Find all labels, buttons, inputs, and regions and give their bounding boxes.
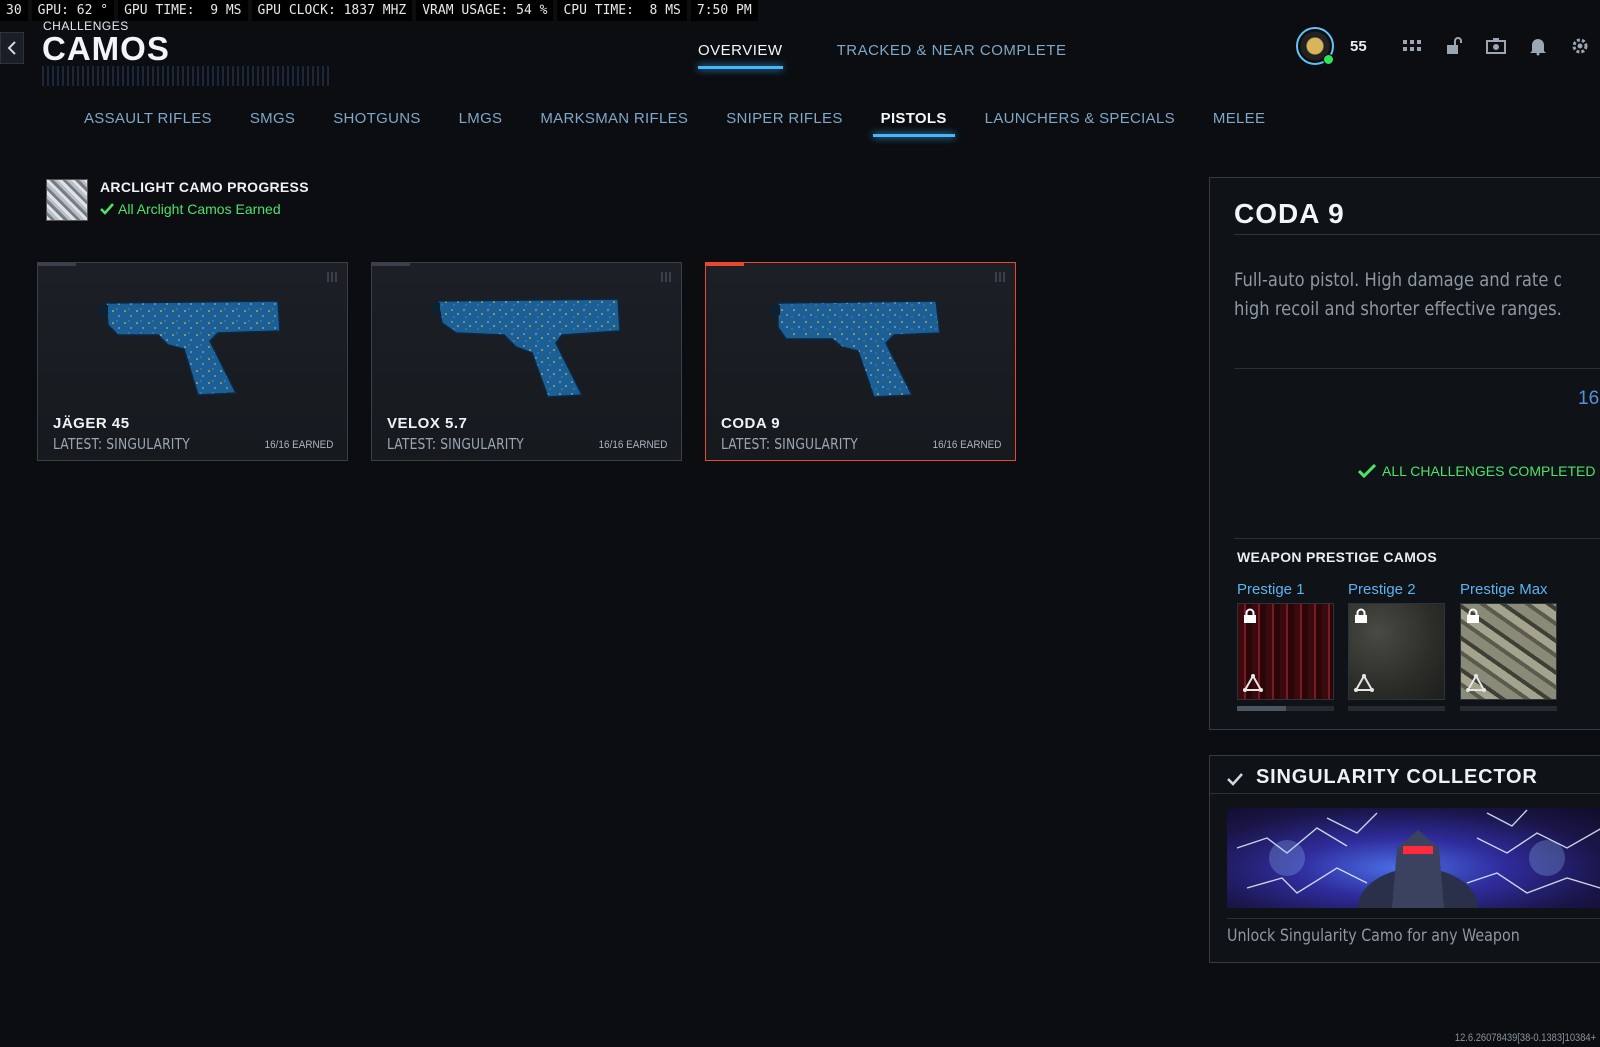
- weapon-earned-count: 16/16 EARNED: [932, 439, 1001, 451]
- divider: [1234, 234, 1600, 235]
- arclight-progress[interactable]: ARCLIGHT CAMO PROGRESS All Arclight Camo…: [46, 179, 309, 221]
- grid-icon[interactable]: [1401, 35, 1423, 57]
- prestige-camo-max[interactable]: Prestige Max: [1460, 581, 1557, 711]
- weapon-card-velox-5-7[interactable]: VELOX 5.7 LATEST: SINGULARITY 16/16 EARN…: [371, 262, 682, 461]
- prestige-camo-image: [1460, 603, 1557, 700]
- perf-gpu-time: GPU TIME: 9 MS: [118, 0, 248, 21]
- weapon-earned-count: 16/16 EARNED: [598, 439, 667, 451]
- prestige-progress-bar: [1460, 706, 1557, 711]
- weapon-latest-camo: LATEST: SINGULARITY: [53, 435, 190, 453]
- chevron-left-icon: [7, 41, 16, 55]
- perf-clock: 7:50 PM: [690, 0, 758, 21]
- build-version: 12.6.26078439[38-0.1383]10384+: [1454, 1032, 1596, 1044]
- prestige-emblem-icon: [1243, 673, 1263, 692]
- camera-icon[interactable]: [1485, 35, 1507, 57]
- weapon-name: VELOX 5.7: [387, 415, 468, 432]
- weapon-latest-camo: LATEST: SINGULARITY: [721, 435, 858, 453]
- prestige-camo-image: [1237, 603, 1334, 700]
- singularity-collector-panel[interactable]: SINGULARITY COLLECTOR Unlock Singularity…: [1209, 755, 1600, 963]
- check-icon: [1358, 464, 1376, 478]
- header-right: 55: [1296, 27, 1591, 65]
- prestige-progress-bar: [1348, 706, 1445, 711]
- divider: [1234, 368, 1600, 369]
- back-button[interactable]: [0, 32, 24, 64]
- prestige-progress-bar: [1237, 706, 1334, 711]
- prestige-label: Prestige 2: [1348, 581, 1416, 598]
- collector-banner-image: [1227, 808, 1600, 908]
- pistol-image: [770, 300, 941, 398]
- divider: [1234, 538, 1600, 539]
- prestige-camo-2[interactable]: Prestige 2: [1348, 581, 1445, 711]
- detail-camo-count: 16: [1578, 388, 1600, 409]
- gear-icon[interactable]: [1569, 35, 1591, 57]
- tab-marksman-rifles[interactable]: MARKSMAN RIFLES: [532, 106, 696, 137]
- prestige-label: Prestige 1: [1237, 581, 1305, 598]
- tab-shotguns[interactable]: SHOTGUNS: [325, 106, 428, 137]
- prestige-camos-title: WEAPON PRESTIGE CAMOS: [1237, 549, 1437, 565]
- pistol-image: [98, 300, 281, 396]
- performance-overlay: 30 GPU: 62 ° GPU TIME: 9 MS GPU CLOCK: 1…: [0, 0, 758, 21]
- collector-description: Unlock Singularity Camo for any Weapon: [1227, 926, 1520, 946]
- challenges-completed-status: ALL CHALLENGES COMPLETED: [1358, 463, 1595, 479]
- pistol-image: [432, 298, 621, 398]
- bell-icon[interactable]: [1527, 35, 1549, 57]
- arclight-title: ARCLIGHT CAMO PROGRESS: [100, 179, 309, 195]
- tab-assault-rifles[interactable]: ASSAULT RIFLES: [76, 106, 220, 137]
- tab-sniper-rifles[interactable]: SNIPER RIFLES: [718, 106, 850, 137]
- weapon-detail-panel: CODA 9 Full-auto pistol. High damage and…: [1209, 177, 1600, 730]
- weapon-latest-camo: LATEST: SINGULARITY: [387, 435, 524, 453]
- weapon-category-tabs: ASSAULT RIFLES SMGS SHOTGUNS LMGS MARKSM…: [76, 106, 1273, 137]
- prestige-emblem-icon: [1466, 673, 1486, 692]
- prestige-emblem-icon: [1354, 673, 1374, 692]
- divider: [1227, 918, 1600, 919]
- weapon-name: JÄGER 45: [53, 415, 130, 432]
- tab-melee[interactable]: MELEE: [1205, 106, 1273, 137]
- check-icon: [1227, 773, 1243, 786]
- lock-icon: [1467, 608, 1479, 623]
- lock-icon: [1355, 608, 1367, 623]
- perf-cpu-time: CPU TIME: 8 MS: [557, 0, 687, 21]
- weapon-name: CODA 9: [721, 415, 781, 432]
- unlock-icon[interactable]: [1443, 35, 1465, 57]
- player-level: 55: [1350, 37, 1367, 55]
- tab-tracked-near-complete[interactable]: TRACKED & NEAR COMPLETE: [829, 38, 1075, 69]
- check-icon: [100, 203, 114, 215]
- weapon-card-coda-9[interactable]: CODA 9 LATEST: SINGULARITY 16/16 EARNED: [705, 262, 1016, 461]
- header-icons: [1401, 35, 1591, 57]
- weapon-card-jager-45[interactable]: JÄGER 45 LATEST: SINGULARITY 16/16 EARNE…: [37, 262, 348, 461]
- title-decoration: [42, 66, 332, 86]
- divider: [1210, 793, 1600, 794]
- lock-icon: [1244, 608, 1256, 623]
- page-title: CAMOS: [42, 30, 170, 67]
- challenges-completed-text: ALL CHALLENGES COMPLETED: [1382, 463, 1596, 479]
- card-corner-icon: [327, 272, 337, 282]
- detail-weapon-name: CODA 9: [1234, 198, 1345, 229]
- tab-launchers-specials[interactable]: LAUNCHERS & SPECIALS: [977, 106, 1183, 137]
- card-accent: [38, 263, 76, 266]
- tab-lmgs[interactable]: LMGS: [451, 106, 511, 137]
- card-corner-icon: [995, 272, 1005, 282]
- arclight-camo-thumbnail: [46, 179, 88, 221]
- avatar[interactable]: [1296, 27, 1334, 65]
- perf-vram: VRAM USAGE: 54 %: [416, 0, 554, 21]
- perf-gpu-temp: GPU: 62 °: [31, 0, 115, 21]
- prestige-progress-fill: [1237, 706, 1286, 711]
- arclight-status: All Arclight Camos Earned: [100, 201, 309, 217]
- prestige-camo-image: [1348, 603, 1445, 700]
- collector-title: SINGULARITY COLLECTOR: [1256, 766, 1538, 788]
- arclight-status-text: All Arclight Camos Earned: [118, 201, 281, 217]
- tab-pistols[interactable]: PISTOLS: [872, 106, 955, 137]
- card-accent: [706, 263, 744, 266]
- tab-overview[interactable]: OVERVIEW: [690, 38, 791, 69]
- card-corner-icon: [661, 272, 671, 282]
- detail-description: Full-auto pistol. High damage and rate o…: [1234, 269, 1561, 320]
- card-accent: [372, 263, 410, 266]
- prestige-camo-1[interactable]: Prestige 1: [1237, 581, 1334, 711]
- weapon-earned-count: 16/16 EARNED: [264, 439, 333, 451]
- tab-smgs[interactable]: SMGS: [242, 106, 303, 137]
- top-tabs: OVERVIEW TRACKED & NEAR COMPLETE: [690, 38, 1074, 69]
- perf-fps: 30: [0, 0, 28, 21]
- prestige-label: Prestige Max: [1460, 581, 1548, 598]
- perf-gpu-clock: GPU CLOCK: 1837 MHZ: [251, 0, 413, 21]
